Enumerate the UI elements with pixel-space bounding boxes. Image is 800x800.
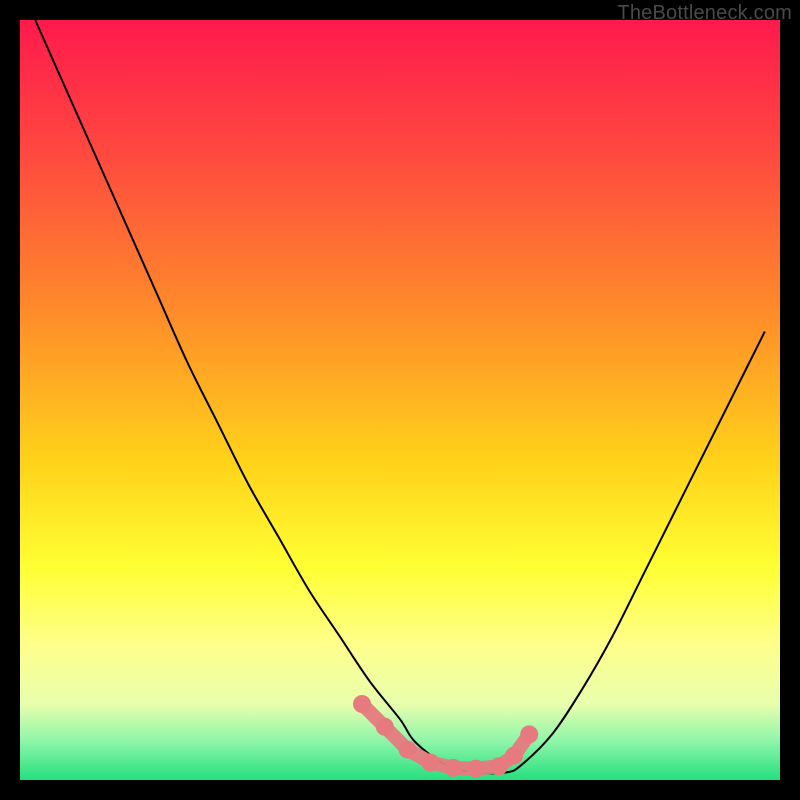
watermark-text: TheBottleneck.com [617, 2, 792, 25]
highlight-dot [399, 741, 417, 759]
bottleneck-curve [35, 20, 765, 773]
highlight-dot [444, 759, 462, 777]
highlight-dot [520, 725, 538, 743]
highlight-stroke [362, 704, 529, 769]
highlight-dots [353, 695, 538, 778]
highlight-dot [376, 718, 394, 736]
curve-layer [20, 20, 780, 780]
highlight-dot [505, 747, 523, 765]
chart-frame: TheBottleneck.com [0, 0, 800, 800]
highlight-dot [353, 695, 371, 713]
bottleneck-curve-path [35, 20, 765, 773]
highlight-dot [421, 754, 439, 772]
highlight-dot [490, 757, 508, 775]
highlight-dot [467, 760, 485, 778]
